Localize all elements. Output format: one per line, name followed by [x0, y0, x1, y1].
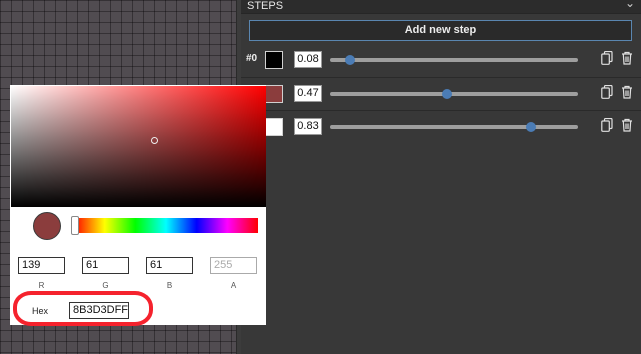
step-color-swatch[interactable]: [265, 118, 283, 136]
copy-icon[interactable]: [601, 85, 613, 99]
red-input[interactable]: 139: [18, 257, 65, 274]
step-color-swatch[interactable]: [265, 85, 283, 103]
blue-label: B: [166, 281, 173, 290]
step-position-input[interactable]: 0.83: [294, 118, 322, 135]
copy-icon[interactable]: [601, 118, 613, 132]
step-row: #0 0.08: [241, 48, 641, 78]
step-position-input[interactable]: 0.08: [294, 51, 322, 68]
red-highlight-annotation: [13, 291, 153, 326]
step-index: #0: [246, 53, 258, 64]
saturation-value-area[interactable]: [11, 86, 266, 207]
hue-slider[interactable]: [71, 216, 258, 235]
steps-panel: STEPS ⌄ Add new step #0 0.08 0.47 0.83: [241, 0, 641, 354]
hue-thumb[interactable]: [71, 216, 79, 235]
alpha-input[interactable]: 255: [210, 257, 257, 274]
green-input[interactable]: 61: [82, 257, 129, 274]
step-position-input[interactable]: 0.47: [294, 85, 322, 102]
trash-icon[interactable]: [621, 118, 633, 132]
blue-input[interactable]: 61: [146, 257, 193, 274]
alpha-label: A: [230, 281, 237, 290]
step-position-slider[interactable]: [330, 55, 578, 65]
copy-icon[interactable]: [601, 51, 613, 65]
red-label: R: [38, 281, 45, 290]
step-position-slider[interactable]: [330, 89, 578, 99]
trash-icon[interactable]: [621, 85, 633, 99]
sv-marker[interactable]: [151, 137, 158, 144]
row-divider: [241, 77, 641, 78]
steps-header[interactable]: STEPS ⌄: [241, 0, 641, 14]
color-preview: [33, 212, 61, 240]
steps-title: STEPS: [247, 0, 284, 12]
step-position-slider[interactable]: [330, 122, 578, 132]
green-label: G: [102, 281, 109, 290]
trash-icon[interactable]: [621, 51, 633, 65]
slider-thumb[interactable]: [525, 122, 536, 132]
chevron-down-icon[interactable]: ⌄: [625, 0, 635, 9]
row-divider: [241, 110, 641, 111]
step-color-swatch[interactable]: [265, 51, 283, 69]
step-row: 0.83: [241, 115, 641, 145]
step-row: 0.47: [241, 82, 641, 112]
slider-thumb[interactable]: [344, 55, 355, 65]
color-picker: 139 61 61 255 R G B A Hex 8B3D3DFF: [10, 85, 266, 325]
slider-thumb[interactable]: [441, 89, 452, 99]
add-step-button[interactable]: Add new step: [249, 20, 632, 41]
